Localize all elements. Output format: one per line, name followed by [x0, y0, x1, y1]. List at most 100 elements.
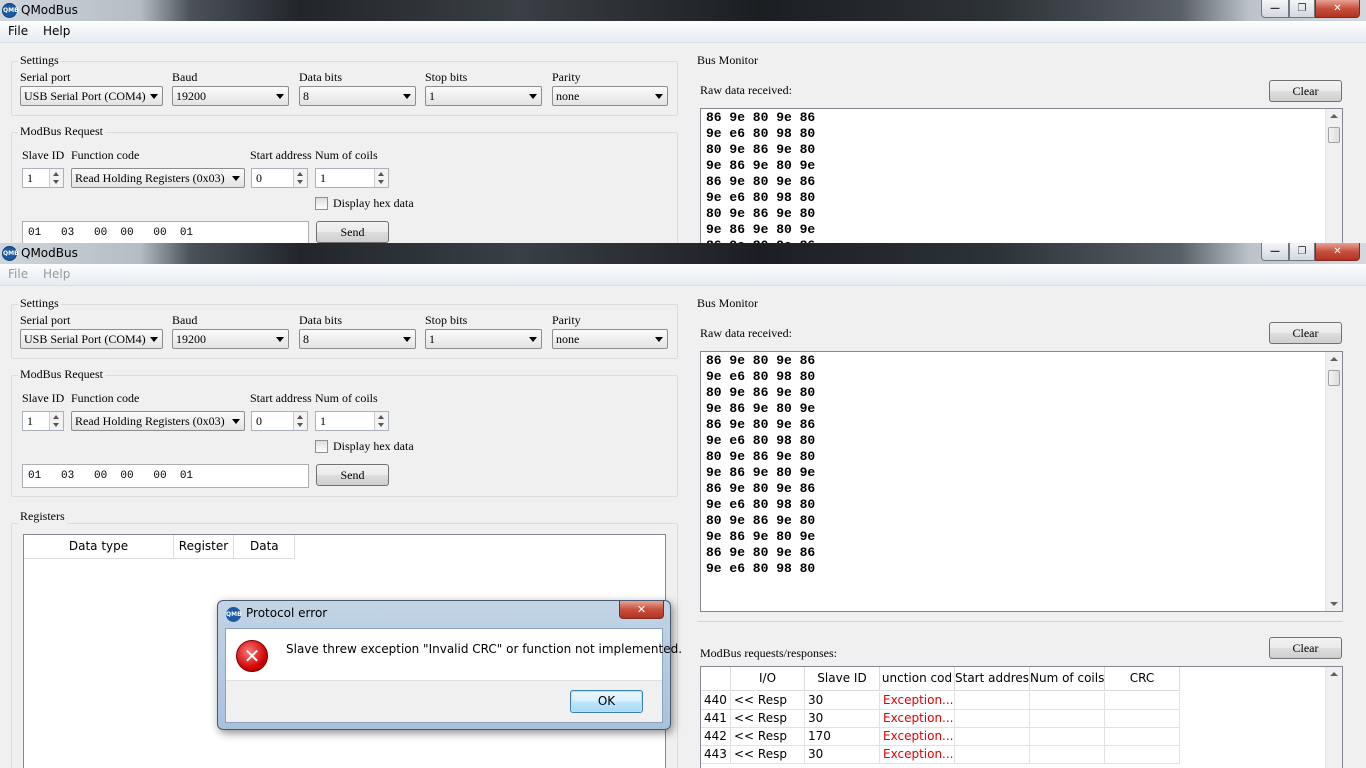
column-header-function-code[interactable]: unction cod	[880, 667, 955, 691]
cell-crc[interactable]	[1105, 710, 1180, 728]
menu-file[interactable]: File	[8, 24, 28, 38]
raw-scrollbar[interactable]	[1325, 109, 1342, 243]
ok-button[interactable]: OK	[570, 690, 643, 713]
column-header-num-coils[interactable]: Num of coils	[1030, 667, 1105, 691]
cell-num-coils[interactable]	[1030, 746, 1105, 764]
spin-arrows-icon[interactable]	[293, 412, 307, 430]
minimize-button[interactable]: —	[1261, 0, 1289, 18]
cell-slave-id[interactable]: 170	[805, 728, 880, 746]
column-header-slave-id[interactable]: Slave ID	[805, 667, 880, 691]
cell-crc[interactable]	[1105, 746, 1180, 764]
scroll-up-icon[interactable]	[1330, 357, 1338, 361]
title-bar[interactable]: QMB QModBus — ❐ ✕	[0, 243, 1366, 264]
slave-id-spinbox[interactable]: 1	[22, 168, 64, 188]
clear-raw-button[interactable]: Clear	[1269, 322, 1342, 344]
requests-table[interactable]: I/O Slave ID unction cod Start addres Nu…	[700, 666, 1343, 768]
clear-raw-button[interactable]: Clear	[1269, 80, 1342, 102]
parity-value: none	[556, 89, 580, 103]
serial-port-select[interactable]: USB Serial Port (COM4)	[20, 86, 163, 106]
column-header-io[interactable]: I/O	[731, 667, 805, 691]
raw-line: 9e e6 80 98 80	[706, 190, 816, 205]
cell-function-code[interactable]: Exception...	[880, 710, 955, 728]
function-code-select[interactable]: Read Holding Registers (0x03)	[71, 168, 245, 188]
cell-slave-id[interactable]: 30	[805, 746, 880, 764]
scroll-up-icon[interactable]	[1330, 114, 1338, 118]
cell-function-code[interactable]: Exception...	[880, 728, 955, 746]
cell-function-code[interactable]: Exception...	[880, 746, 955, 764]
clear-requests-button[interactable]: Clear	[1269, 637, 1342, 659]
close-button[interactable]: ✕	[1315, 0, 1360, 18]
stop-bits-select[interactable]: 1	[425, 329, 542, 349]
cell-start-address[interactable]	[955, 710, 1030, 728]
serial-port-select[interactable]: USB Serial Port (COM4)	[20, 329, 163, 349]
column-header-data-type[interactable]: Data type	[24, 535, 174, 559]
column-header-register[interactable]: Register	[174, 535, 234, 559]
slave-id-value: 1	[27, 414, 33, 428]
cell-num-coils[interactable]	[1030, 692, 1105, 710]
dialog-close-button[interactable]: ✕	[619, 601, 664, 619]
title-bar[interactable]: QMB QModBus — ❐ ✕	[0, 0, 1366, 21]
cell-slave-id[interactable]: 30	[805, 692, 880, 710]
maximize-button[interactable]: ❐	[1289, 243, 1315, 261]
scroll-thumb[interactable]	[1328, 370, 1340, 386]
close-button[interactable]: ✕	[1315, 243, 1360, 261]
menu-help[interactable]: Help	[43, 24, 70, 38]
cell-start-address[interactable]	[955, 728, 1030, 746]
spin-arrows-icon[interactable]	[374, 412, 388, 430]
qmodbus-logo-icon: QMB	[226, 607, 242, 622]
scroll-thumb[interactable]	[1328, 127, 1340, 143]
send-button[interactable]: Send	[316, 221, 389, 243]
stop-bits-select[interactable]: 1	[425, 86, 542, 106]
spin-arrows-icon[interactable]	[374, 169, 388, 187]
cell-num-coils[interactable]	[1030, 728, 1105, 746]
maximize-button[interactable]: ❐	[1289, 0, 1315, 18]
display-hex-checkbox[interactable]	[315, 197, 328, 210]
cell-io[interactable]: << Resp	[731, 746, 805, 764]
spin-arrows-icon[interactable]	[49, 169, 63, 187]
function-code-select[interactable]: Read Holding Registers (0x03)	[71, 411, 245, 431]
cell-start-address[interactable]	[955, 692, 1030, 710]
num-coils-spinbox[interactable]: 1	[315, 411, 389, 431]
start-address-spinbox[interactable]: 0	[251, 411, 308, 431]
display-hex-checkbox[interactable]	[315, 440, 328, 453]
parity-select[interactable]: none	[552, 86, 668, 106]
raw-line: 9e e6 80 98 80	[706, 433, 816, 448]
baud-select[interactable]: 19200	[172, 86, 289, 106]
cell-num-coils[interactable]	[1030, 710, 1105, 728]
chevron-down-icon	[403, 94, 411, 99]
scroll-up-icon[interactable]	[1330, 672, 1338, 676]
protocol-error-dialog: QMB Protocol error ✕ ✕ Slave threw excep…	[217, 600, 682, 730]
cell-io[interactable]: << Resp	[731, 710, 805, 728]
raw-data-textarea[interactable]: 86 9e 80 9e 86 9e e6 80 98 80 80 9e 86 9…	[700, 108, 1343, 243]
cell-slave-id[interactable]: 30	[805, 710, 880, 728]
column-header-crc[interactable]: CRC	[1105, 667, 1180, 691]
spin-arrows-icon[interactable]	[293, 169, 307, 187]
column-header-data[interactable]: Data	[234, 535, 295, 559]
spin-arrows-icon[interactable]	[49, 412, 63, 430]
num-coils-spinbox[interactable]: 1	[315, 168, 389, 188]
minimize-button[interactable]: —	[1261, 243, 1289, 261]
cell-io[interactable]: << Resp	[731, 692, 805, 710]
raw-data-textarea[interactable]: 86 9e 80 9e 86 9e e6 80 98 80 80 9e 86 9…	[700, 351, 1343, 612]
data-bits-select[interactable]: 8	[299, 86, 416, 106]
cell-crc[interactable]	[1105, 692, 1180, 710]
send-button[interactable]: Send	[316, 464, 389, 486]
data-bits-select[interactable]: 8	[299, 329, 416, 349]
menu-file[interactable]: File	[8, 267, 28, 281]
baud-select[interactable]: 19200	[172, 329, 289, 349]
raw-data-label: Raw data received:	[700, 326, 792, 340]
cell-start-address[interactable]	[955, 746, 1030, 764]
raw-request-field[interactable]: 01 03 00 00 00 01	[22, 221, 309, 243]
raw-request-field[interactable]: 01 03 00 00 00 01	[22, 464, 309, 488]
slave-id-spinbox[interactable]: 1	[22, 411, 64, 431]
menu-help[interactable]: Help	[43, 267, 70, 281]
requests-scrollbar[interactable]	[1325, 667, 1342, 768]
start-address-spinbox[interactable]: 0	[251, 168, 308, 188]
parity-select[interactable]: none	[552, 329, 668, 349]
cell-io[interactable]: << Resp	[731, 728, 805, 746]
cell-function-code[interactable]: Exception...	[880, 692, 955, 710]
column-header-start-address[interactable]: Start addres	[955, 667, 1030, 691]
raw-scrollbar[interactable]	[1325, 352, 1342, 611]
cell-crc[interactable]	[1105, 728, 1180, 746]
scroll-down-icon[interactable]	[1330, 602, 1338, 606]
